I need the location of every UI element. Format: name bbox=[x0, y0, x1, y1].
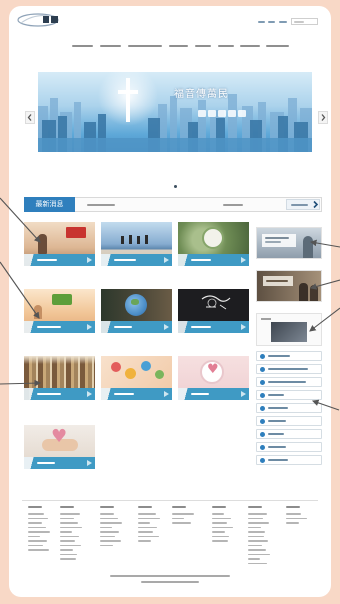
annotation-arrows bbox=[0, 197, 340, 411]
screenshot-canvas: 福音傳萬民 最新消息 bbox=[0, 0, 340, 604]
arrow-icon bbox=[309, 239, 340, 248]
arrow-icon bbox=[0, 379, 42, 387]
arrow-icon bbox=[309, 307, 340, 332]
arrow-icon bbox=[0, 261, 40, 319]
arrow-icon bbox=[0, 197, 41, 243]
arrow-icon bbox=[311, 399, 340, 411]
arrow-icon bbox=[309, 279, 340, 290]
